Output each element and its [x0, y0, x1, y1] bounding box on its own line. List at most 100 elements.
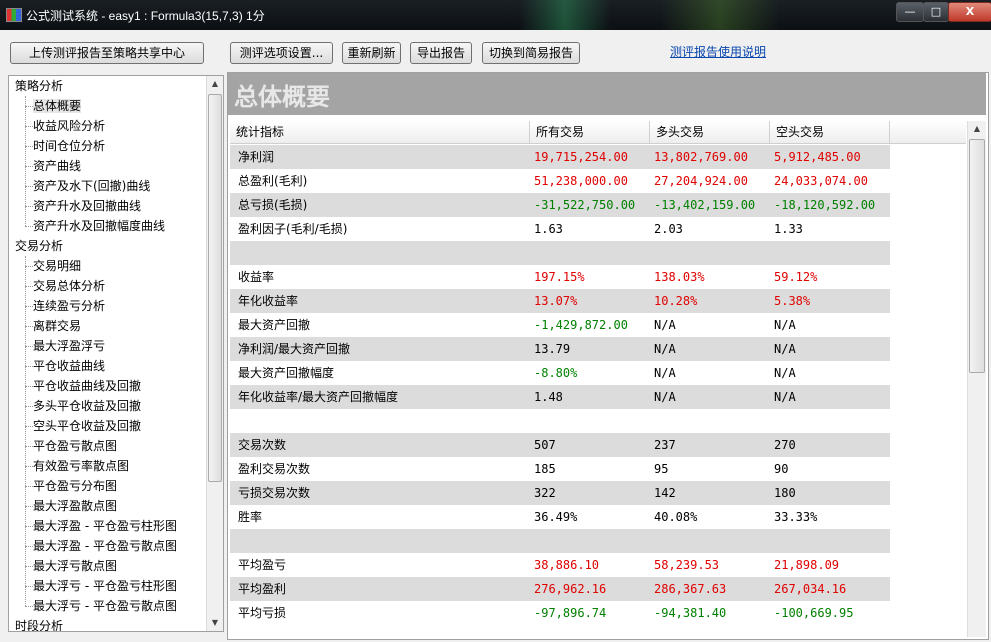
value-short-trades: 270 — [774, 438, 796, 452]
value-short-trades: 5,912,485.00 — [774, 150, 861, 164]
title-bar: 公式测试系统 - easy1 : Formula3(15,7,3) 1分 — □… — [0, 0, 991, 30]
tree-item[interactable]: 平仓收益曲线及回撤 — [24, 376, 142, 396]
tree-item[interactable]: 最大浮亏 - 平仓盈亏散点图 — [25, 596, 177, 616]
table-row: 净利润 19,715,254.00 13,802,769.00 5,912,485.0… — [230, 145, 890, 169]
table-row — [230, 241, 890, 265]
tree-item-label: 最大浮亏 - 平仓盈亏散点图 — [33, 599, 177, 613]
simple-report-button[interactable]: 切换到简易报告 — [482, 42, 580, 64]
nav-tree-scrollbar[interactable]: ▲ ▼ — [206, 76, 223, 631]
tree-item[interactable]: 平仓盈亏散点图 — [24, 436, 117, 456]
table-row: 年化收益率/最大资产回撤幅度 1.48 N/A N/A — [230, 385, 890, 409]
metric-label: 亏损交易次数 — [238, 486, 311, 500]
tree-item[interactable]: 总体概要 — [24, 96, 82, 116]
value-all-trades: 322 — [534, 486, 556, 500]
test-options-button[interactable]: 测评选项设置... — [230, 42, 333, 64]
tree-item[interactable]: 空头平仓收益及回撤 — [24, 416, 141, 436]
value-all-trades: -1,429,872.00 — [534, 318, 628, 332]
scroll-down-icon[interactable]: ▼ — [207, 615, 223, 631]
tree-item[interactable]: 离群交易 — [24, 316, 81, 336]
value-all-trades: 36.49% — [534, 510, 578, 524]
section-title: 总体概要 — [234, 82, 330, 111]
tree-group[interactable]: 时段分析 — [15, 616, 63, 631]
tree-item[interactable]: 最大浮盈浮亏 — [24, 336, 105, 356]
value-long-trades: 58,239.53 — [654, 558, 720, 572]
maximize-button[interactable]: □ — [923, 2, 949, 22]
table-row: 平均亏损 -97,896.74 -94,381.40 -100,669.95 — [230, 601, 890, 625]
tree-item[interactable]: 资产及水下(回撤)曲线 — [24, 176, 151, 196]
tree-item-label: 最大浮盈 - 平仓盈亏柱形图 — [33, 519, 177, 533]
value-long-trades: N/A — [654, 390, 676, 404]
tree-item[interactable]: 有效盈亏率散点图 — [24, 456, 129, 476]
value-short-trades: 267,034.16 — [774, 582, 847, 596]
tree-item[interactable]: 收益风险分析 — [24, 116, 105, 136]
column-header-all-trades[interactable]: 所有交易 — [530, 121, 650, 143]
value-all-trades: 51,238,000.00 — [534, 174, 628, 188]
report-scrollbar[interactable]: ▲ — [967, 121, 986, 637]
tree-item-label: 资产升水及回撤幅度曲线 — [33, 219, 166, 233]
tree-item[interactable]: 资产升水及回撤曲线 — [24, 196, 141, 216]
table-row: 总亏损(毛损) -31,522,750.00 -13,402,159.00 -18,1… — [230, 193, 890, 217]
table-row: 盈利交易次数 185 95 90 — [230, 457, 890, 481]
column-header-long-trades[interactable]: 多头交易 — [650, 121, 770, 143]
tree-item[interactable]: 最大浮亏散点图 — [24, 556, 117, 576]
table-row: 收益率 197.15% 138.03% 59.12% — [230, 265, 890, 289]
window-title: 公式测试系统 - easy1 : Formula3(15,7,3) 1分 — [26, 9, 265, 23]
minimize-button[interactable]: — — [896, 2, 924, 22]
metric-label: 最大资产回撤幅度 — [238, 366, 335, 380]
tree-item[interactable]: 平仓盈亏分布图 — [24, 476, 117, 496]
help-link[interactable]: 测评报告使用说明 — [670, 43, 766, 60]
tree-item[interactable]: 时间仓位分析 — [24, 136, 106, 156]
value-short-trades: N/A — [774, 318, 796, 332]
nav-tree: 策略分析 总体概要 收益风险分析时间仓位分析资产曲线资产及水下(回撤)曲线资产升水及… — [8, 75, 224, 632]
value-long-trades: 286,367.63 — [654, 582, 727, 596]
table-row: 平均盈利 276,962.16 286,367.63 267,034.16 — [230, 577, 890, 601]
metric-label: 平均盈利 — [238, 582, 287, 596]
value-long-trades: N/A — [654, 318, 676, 332]
scroll-up-icon[interactable]: ▲ — [968, 121, 986, 137]
value-short-trades: 5.38% — [774, 294, 811, 308]
tree-item[interactable]: 交易明细 — [24, 256, 81, 276]
value-long-trades: 2.03 — [654, 222, 683, 236]
tree-item[interactable]: 平仓收益曲线 — [24, 356, 105, 376]
close-button[interactable]: X — [948, 2, 991, 22]
tree-item-label: 平仓收益曲线及回撤 — [33, 379, 142, 393]
tree-item[interactable]: 最大浮亏 - 平仓盈亏柱形图 — [25, 576, 177, 596]
tree-group[interactable]: 策略分析 — [15, 76, 63, 96]
scroll-up-icon[interactable]: ▲ — [207, 76, 223, 92]
tree-item[interactable]: 多头平仓收益及回撤 — [24, 396, 142, 416]
tree-item[interactable]: 连续盈亏分析 — [24, 296, 105, 316]
tree-item-label: 时间仓位分析 — [33, 139, 106, 153]
metric-label: 盈利交易次数 — [238, 462, 311, 476]
tree-item[interactable]: 最大浮盈散点图 — [24, 496, 117, 516]
value-long-trades: 237 — [654, 438, 676, 452]
table-row: 总盈利(毛利) 51,238,000.00 27,204,924.00 24,033,… — [230, 169, 890, 193]
metric-label: 平均盈亏 — [238, 558, 287, 572]
value-all-trades: -8.80% — [534, 366, 578, 380]
metric-label: 平均亏损 — [238, 606, 287, 620]
tree-group[interactable]: 交易分析 — [15, 236, 63, 256]
value-long-trades: 142 — [654, 486, 676, 500]
tree-item[interactable]: 最大浮盈 - 平仓盈亏散点图 — [25, 536, 177, 556]
tree-item[interactable]: 资产曲线 — [24, 156, 81, 176]
upload-report-button[interactable]: 上传测评报告至策略共享中心 — [10, 42, 204, 64]
export-report-button[interactable]: 导出报告 — [410, 42, 472, 64]
value-long-trades: 27,204,924.00 — [654, 174, 748, 188]
tree-item[interactable]: 最大浮盈 - 平仓盈亏柱形图 — [25, 516, 177, 536]
report-panel: 总体概要 统计指标 所有交易 多头交易 空头交易 净利润 19,715,254.0… — [227, 72, 989, 640]
tree-item-label: 资产及水下(回撤)曲线 — [33, 179, 151, 193]
column-header-metric[interactable]: 统计指标 — [230, 121, 530, 143]
table-row: 交易次数 507 237 270 — [230, 433, 890, 457]
column-header-short-trades[interactable]: 空头交易 — [770, 121, 890, 143]
tree-item[interactable]: 交易总体分析 — [24, 276, 105, 296]
tree-item[interactable]: 资产升水及回撤幅度曲线 — [24, 216, 166, 236]
refresh-button[interactable]: 重新刷新 — [342, 42, 401, 64]
table-row: 亏损交易次数 322 142 180 — [230, 481, 890, 505]
value-short-trades: 24,033,074.00 — [774, 174, 868, 188]
report-scroll-thumb[interactable] — [969, 139, 985, 373]
metric-label: 收益率 — [238, 270, 275, 284]
value-long-trades: 13,802,769.00 — [654, 150, 748, 164]
tree-item-label: 多头平仓收益及回撤 — [33, 399, 142, 413]
metric-label: 年化收益率/最大资产回撤幅度 — [238, 390, 399, 404]
table-row: 胜率 36.49% 40.08% 33.33% — [230, 505, 890, 529]
nav-tree-scroll-thumb[interactable] — [208, 94, 222, 482]
